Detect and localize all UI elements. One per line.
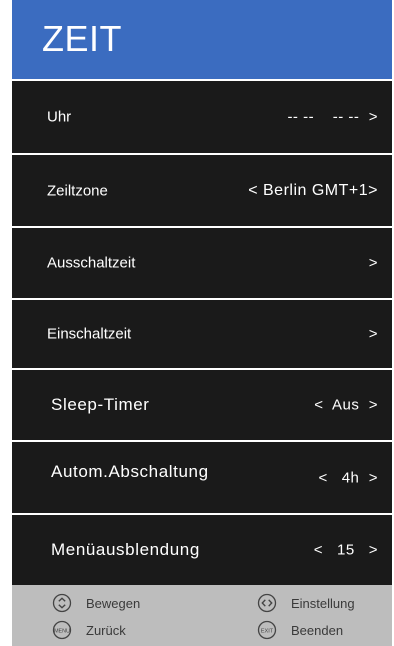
exit-icon-text: EXIT [261,628,274,634]
hint-back-label: Zurück [86,622,126,638]
time-settings-menu: ZEIT Uhr -- -- -- -- > Zeiltzone < Berli… [12,0,392,646]
menu-item-uhr[interactable]: Uhr -- -- -- -- > [12,81,392,153]
menu-item-label: Autom.Abschaltung [51,461,209,481]
menu-title: ZEIT [42,18,122,59]
menu-item-label: Einschaltzeit [47,325,132,343]
hint-move-label: Bewegen [86,595,141,611]
menu-item-einschaltzeit[interactable]: Einschaltzeit > [12,300,392,368]
menu-item-value: < Berlin GMT+1> [248,181,378,199]
key-hint-bar: Bewegen Einstellung MENU Zurück EXIT Bee… [12,585,392,646]
menu-item-menueausblendung[interactable]: Menüausblendung < 15 > [12,515,392,585]
menu-item-ausschaltzeit[interactable]: Ausschaltzeit > [12,228,392,298]
hint-adjust-label: Einstellung [291,595,355,611]
menu-item-value: < 4h > [318,469,378,486]
menu-button-icon: MENU [52,620,72,640]
hint-exit-label: Beenden [291,622,344,638]
menu-item-value: > [368,254,378,272]
hint-move: Bewegen [52,593,140,613]
menu-item-value: > [368,325,378,343]
menu-item-label: Sleep-Timer [51,395,150,414]
menu-item-value: < Aus > [314,396,378,414]
menu-item-label: Zeiltzone [47,182,108,199]
hint-back: MENU Zurück [52,620,126,640]
hint-exit: EXIT Beenden [257,620,343,640]
menu-item-label: Menüausblendung [51,540,200,559]
menu-item-value: -- -- -- -- > [287,108,378,126]
menu-item-value: < 15 > [313,541,378,559]
menu-item-label: Uhr [47,108,72,126]
exit-button-icon: EXIT [257,620,277,640]
menu-item-label: Ausschaltzeit [47,254,136,272]
up-down-icon [52,593,72,613]
hint-adjust: Einstellung [257,593,355,613]
left-right-icon [257,593,277,613]
menu-item-autom-abschaltung[interactable]: Autom.Abschaltung < 4h > [12,442,392,513]
menu-icon-text: MENU [54,628,70,634]
menu-item-sleep-timer[interactable]: Sleep-Timer < Aus > [12,370,392,440]
menu-header: ZEIT [12,0,392,79]
menu-item-zeitzone[interactable]: Zeiltzone < Berlin GMT+1> [12,155,392,226]
